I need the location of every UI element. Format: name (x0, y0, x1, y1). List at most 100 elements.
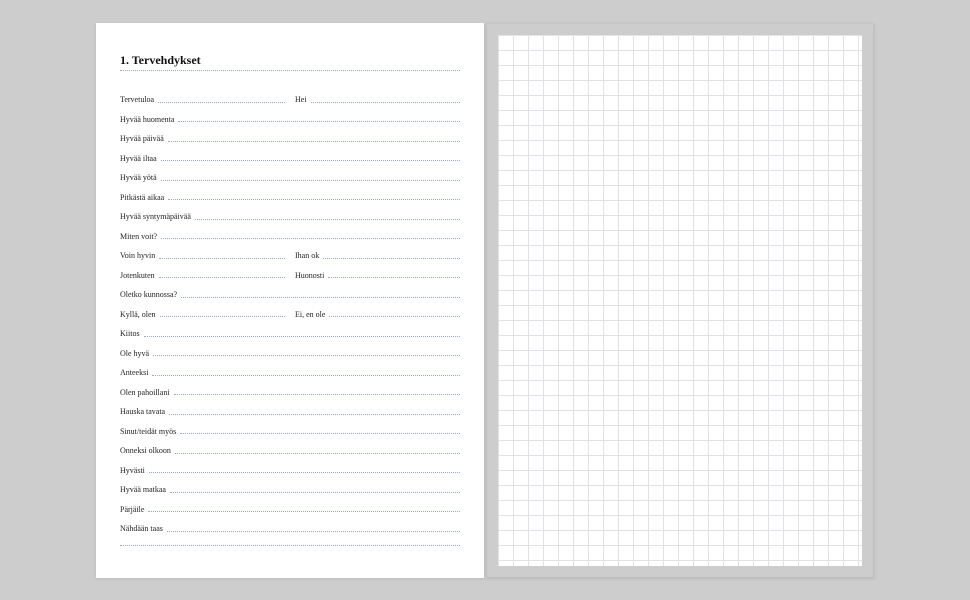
vocab-row: Voin hyvin Ihan ok (120, 241, 460, 261)
vocab-row: Miten voit? (120, 221, 460, 241)
vocab-term: Nähdään taas (120, 524, 163, 533)
vocab-row: Pitkästä aikaa (120, 182, 460, 202)
vocab-cell: Hyvää päivää (120, 134, 460, 143)
dotted-line (161, 160, 460, 161)
vocab-term: Onneksi olkoon (120, 446, 171, 455)
right-page-grid (486, 23, 874, 578)
vocab-cell: Tervetuloa (120, 95, 285, 104)
vocab-term: Hyvästi (120, 466, 145, 475)
vocab-row: Hyvää iltaa (120, 143, 460, 163)
vocab-row: Hyvää yötä (120, 163, 460, 183)
vocab-term: Hauska tavata (120, 407, 165, 416)
vocab-cell: Ihan ok (295, 251, 460, 260)
dotted-line (149, 472, 460, 473)
vocab-row: Tervetuloa Hei (120, 85, 460, 105)
vocab-cell: Oletko kunnossa? (120, 290, 460, 299)
dotted-line (180, 433, 460, 434)
dotted-line (144, 336, 460, 337)
vocab-cell: Voin hyvin (120, 251, 285, 260)
dotted-line (329, 316, 460, 317)
section-heading: 1. Tervehdykset (120, 53, 460, 68)
dotted-line (175, 453, 460, 454)
dotted-line (195, 219, 460, 220)
vocab-cell: Kiitos (120, 329, 460, 338)
vocab-cell: Kyllä, olen (120, 310, 285, 319)
vocab-term: Kiitos (120, 329, 140, 338)
dotted-line (152, 375, 460, 376)
vocab-cell: Ole hyvä (120, 349, 460, 358)
vocab-cell: Ei, en ole (295, 310, 460, 319)
vocab-cell: Hyvästi (120, 466, 460, 475)
dotted-line (159, 277, 285, 278)
vocab-cell: Hauska tavata (120, 407, 460, 416)
dotted-line (167, 531, 460, 532)
dotted-line (159, 258, 285, 259)
vocab-cell: Onneksi olkoon (120, 446, 460, 455)
vocab-row: Hyvää päivää (120, 124, 460, 144)
vocab-term: Voin hyvin (120, 251, 155, 260)
vocab-term: Hyvää huomenta (120, 115, 174, 124)
vocab-row: Onneksi olkoon (120, 436, 460, 456)
dotted-line (161, 238, 460, 239)
page-spread: 1. Tervehdykset Tervetuloa Hei Hyvää huome… (96, 23, 874, 578)
dotted-line (174, 394, 460, 395)
vocab-term: Hyvää yötä (120, 173, 157, 182)
dotted-line (168, 199, 460, 200)
vocab-term: Hei (295, 95, 307, 104)
vocabulary-list: Tervetuloa Hei Hyvää huomenta Hyvää päivää H… (120, 85, 460, 534)
dotted-line (161, 180, 460, 181)
vocab-cell: Olen pahoillani (120, 388, 460, 397)
vocab-term: Tervetuloa (120, 95, 154, 104)
vocab-cell: Hyvää iltaa (120, 154, 460, 163)
vocab-term: Hyvää päivää (120, 134, 164, 143)
vocab-term: Jotenkuten (120, 271, 155, 280)
vocab-cell: Hyvää yötä (120, 173, 460, 182)
vocab-cell: Hyvää huomenta (120, 115, 460, 124)
vocab-term: Ole hyvä (120, 349, 149, 358)
vocab-row: Hyvää syntymäpäivää (120, 202, 460, 222)
vocab-row: Sinut/teidät myös (120, 416, 460, 436)
dotted-line (178, 121, 460, 122)
vocab-term: Ei, en ole (295, 310, 325, 319)
vocab-row: Pärjäile (120, 494, 460, 514)
vocab-row: Hyvää huomenta (120, 104, 460, 124)
vocab-row: Hyvää matkaa (120, 475, 460, 495)
vocab-term: Olen pahoillani (120, 388, 170, 397)
vocab-row: Hauska tavata (120, 397, 460, 417)
heading-underline (120, 70, 460, 71)
vocab-term: Anteeksi (120, 368, 148, 377)
vocab-cell: Pitkästä aikaa (120, 193, 460, 202)
vocab-cell: Hei (295, 95, 460, 104)
dotted-line (148, 511, 460, 512)
vocab-row: Jotenkuten Huonosti (120, 260, 460, 280)
vocab-term: Kyllä, olen (120, 310, 156, 319)
vocab-cell: Sinut/teidät myös (120, 427, 460, 436)
dotted-line (160, 316, 285, 317)
vocab-row: Hyvästi (120, 455, 460, 475)
vocab-term: Sinut/teidät myös (120, 427, 176, 436)
vocab-term: Pitkästä aikaa (120, 193, 164, 202)
vocab-cell: Huonosti (295, 271, 460, 280)
dotted-line (169, 414, 460, 415)
dotted-line (311, 102, 460, 103)
dotted-line (168, 141, 460, 142)
vocab-cell: Anteeksi (120, 368, 460, 377)
vocab-row: Nähdään taas (120, 514, 460, 534)
footer-line (120, 545, 460, 546)
left-page: 1. Tervehdykset Tervetuloa Hei Hyvää huome… (96, 23, 484, 578)
vocab-term: Miten voit? (120, 232, 157, 241)
vocab-row: Ole hyvä (120, 338, 460, 358)
vocab-row: Oletko kunnossa? (120, 280, 460, 300)
dotted-line (328, 277, 460, 278)
vocab-row: Kyllä, olen Ei, en ole (120, 299, 460, 319)
dotted-line (323, 258, 460, 259)
vocab-term: Ihan ok (295, 251, 319, 260)
vocab-row: Kiitos (120, 319, 460, 339)
vocab-row: Anteeksi (120, 358, 460, 378)
vocab-cell: Hyvää matkaa (120, 485, 460, 494)
vocab-cell: Hyvää syntymäpäivää (120, 212, 460, 221)
vocab-term: Hyvää syntymäpäivää (120, 212, 191, 221)
vocab-cell: Miten voit? (120, 232, 460, 241)
vocab-cell: Nähdään taas (120, 524, 460, 533)
vocab-term: Hyvää matkaa (120, 485, 166, 494)
